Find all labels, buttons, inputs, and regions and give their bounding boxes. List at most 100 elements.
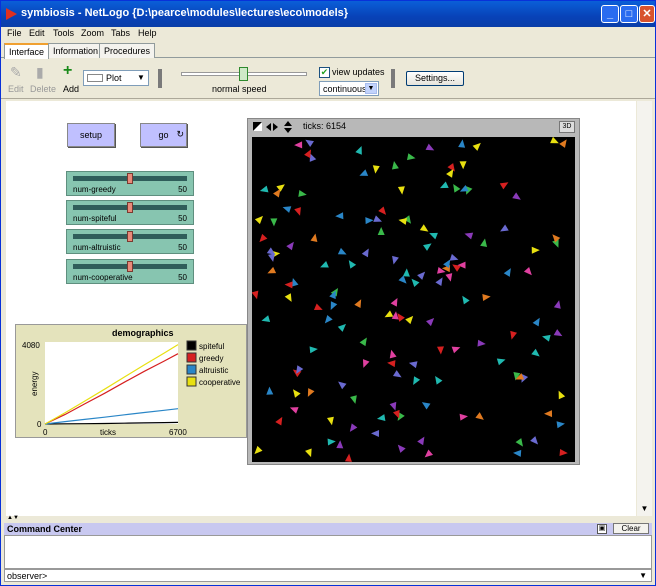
slider-name: num-spiteful [73, 214, 117, 223]
legend-label-greedy: greedy [199, 354, 223, 363]
close-button[interactable]: ✕ [639, 5, 655, 23]
slider-num-greedy[interactable]: num-greedy 50 [66, 171, 194, 196]
turtle [421, 402, 431, 410]
turtle [398, 275, 407, 284]
window-title: symbiosis - NetLogo {D:\pearce\modules\l… [21, 7, 349, 19]
turtle [452, 264, 461, 272]
turtle [266, 386, 274, 395]
setup-button[interactable]: setup [67, 123, 115, 147]
command-input[interactable] [49, 571, 639, 581]
turtle [313, 303, 323, 310]
legend-swatch-spiteful [186, 340, 197, 351]
menu-file[interactable]: File [7, 28, 22, 38]
turtle [275, 416, 283, 426]
turtle [477, 339, 486, 347]
demographics-plot[interactable]: demographics 4080 0 0 6700 ticks energy … [15, 324, 247, 438]
turtle [270, 218, 278, 227]
turtle [556, 421, 565, 429]
widget-type-select[interactable]: Plot ▼ [83, 70, 149, 86]
update-mode-select[interactable]: continuous ▼ [319, 81, 379, 96]
settings-button[interactable]: Settings... [406, 71, 464, 86]
maximize-button[interactable]: □ [620, 5, 638, 23]
legend-swatch-cooperative [186, 376, 197, 387]
turtle [307, 388, 315, 397]
split-arrows-icon[interactable]: ▲▼ [7, 515, 19, 521]
turtle [413, 376, 421, 385]
command-center-output [4, 535, 652, 569]
turtle [462, 295, 470, 305]
world-canvas[interactable] [252, 137, 575, 462]
turtle [259, 233, 268, 243]
turtle [530, 436, 539, 445]
interface-panel: setup go ↻ num-greedy 50 num-spiteful 50… [6, 101, 636, 516]
turtle [445, 273, 453, 282]
agent-selector[interactable]: observer> [7, 571, 47, 581]
menu-zoom[interactable]: Zoom [81, 28, 104, 38]
scroll-down-icon[interactable]: ▼ [639, 503, 650, 514]
turtle [305, 139, 314, 148]
menu-tools[interactable]: Tools [53, 28, 74, 38]
turtle [449, 253, 459, 261]
clear-button[interactable]: Clear [613, 523, 649, 534]
turtle [289, 407, 299, 414]
detach-icon[interactable]: ▣ [597, 524, 607, 534]
speed-slider-knob[interactable] [239, 67, 248, 81]
turtle [559, 139, 567, 148]
minimize-button[interactable]: _ [601, 5, 619, 23]
slider-knob[interactable] [127, 202, 133, 213]
turtle [261, 315, 271, 322]
title-bar: symbiosis - NetLogo {D:\pearce\modules\l… [1, 1, 655, 27]
slider-num-cooperative[interactable]: num-cooperative 50 [66, 259, 194, 284]
turtle [335, 212, 344, 220]
tab-bar: Interface Information Procedures [1, 42, 655, 59]
turtle [355, 145, 362, 155]
command-input-row: observer> ▼ [4, 569, 652, 582]
turtle [284, 281, 293, 289]
slider-knob[interactable] [127, 231, 133, 242]
tab-procedures[interactable]: Procedures [99, 43, 156, 58]
slider-knob[interactable] [127, 261, 133, 272]
tab-information[interactable]: Information [48, 43, 104, 58]
turtle [429, 232, 438, 240]
menu-help[interactable]: Help [138, 28, 157, 38]
turtle [531, 246, 540, 254]
pencil-icon: ✎ [10, 64, 22, 80]
slider-num-altruistic[interactable]: num-altruistic 50 [66, 229, 194, 254]
turtle [350, 395, 357, 404]
turtle [419, 224, 429, 232]
slider-num-spiteful[interactable]: num-spiteful 50 [66, 200, 194, 225]
turtle [423, 243, 432, 251]
turtle [523, 266, 532, 276]
plot-title: demographics [112, 328, 174, 338]
view-nav-controls[interactable] [251, 119, 301, 135]
menu-edit[interactable]: Edit [29, 28, 45, 38]
turtle [327, 416, 334, 426]
update-mode-value: continuous [323, 84, 367, 94]
view-updates-checkbox[interactable]: ✔ [319, 67, 330, 78]
toolbar-separator [158, 69, 162, 88]
turtle [282, 206, 292, 213]
legend-label-altruistic: altruistic [199, 366, 228, 375]
turtle [324, 314, 333, 324]
x-tick-min: 0 [43, 428, 48, 437]
turtle [389, 349, 397, 359]
vertical-scrollbar[interactable]: ▼ [637, 101, 652, 516]
slider-value: 50 [178, 243, 187, 252]
add-button[interactable]: Add [63, 84, 79, 94]
slider-knob[interactable] [127, 173, 133, 184]
trash-icon: ▮ [36, 64, 44, 80]
turtle [259, 185, 269, 193]
edit-button[interactable]: Edit [8, 84, 24, 94]
history-dropdown-icon[interactable]: ▼ [639, 571, 647, 580]
view-updates-label: view updates [332, 67, 385, 77]
slider-value: 50 [178, 185, 187, 194]
turtle [389, 401, 397, 411]
menu-tabs[interactable]: Tabs [111, 28, 130, 38]
delete-button[interactable]: Delete [30, 84, 56, 94]
tab-interface[interactable]: Interface [4, 43, 50, 59]
turtle [327, 438, 336, 446]
turtle [532, 317, 540, 327]
go-button[interactable]: go ↻ [140, 123, 187, 147]
turtle [365, 217, 374, 225]
3d-view-button[interactable]: 3D [559, 121, 575, 133]
